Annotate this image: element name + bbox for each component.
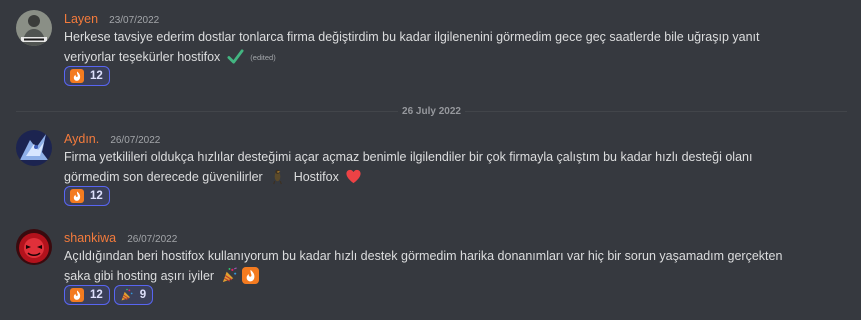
hostifox-logo-icon <box>70 189 84 203</box>
message-text: Firma yetkilileri oldukça hızlılar deste… <box>64 147 804 187</box>
party-popper-icon <box>222 267 237 283</box>
message-header: Aydın. 26/07/2022 <box>64 129 160 147</box>
bird-icon <box>273 169 283 185</box>
reaction-hostifox[interactable]: 12 <box>64 66 110 86</box>
timestamp: 26/07/2022 <box>110 135 161 146</box>
author-name[interactable]: Layen <box>64 12 98 26</box>
reaction-count: 9 <box>139 289 147 301</box>
divider-date: 26 July 2022 <box>402 105 461 117</box>
chat-log: Layen 23/07/2022 Herkese tavsiye ederim … <box>0 0 861 320</box>
reaction-bar: 12 <box>64 186 110 208</box>
avatar[interactable] <box>16 10 52 46</box>
reaction-hostifox[interactable]: 12 <box>64 285 110 305</box>
red-heart-icon <box>346 170 361 184</box>
reaction-bar: 12 <box>64 66 110 88</box>
message-header: Layen 23/07/2022 <box>64 9 159 27</box>
timestamp: 23/07/2022 <box>109 15 160 26</box>
message-text: Herkese tavsiye ederim dostlar tonlarca … <box>64 27 804 68</box>
avatar-image <box>16 10 52 46</box>
brand-mention: Hostifox <box>293 170 339 184</box>
message-content: Firma yetkilileri oldukça hızlılar deste… <box>64 150 753 184</box>
reaction-party-popper[interactable]: 9 <box>113 285 154 305</box>
reaction-count: 12 <box>90 190 103 202</box>
hostifox-logo-icon <box>70 69 84 83</box>
hostifox-logo-icon <box>242 267 260 285</box>
author-name[interactable]: shankiwa <box>64 231 116 245</box>
avatar[interactable] <box>16 229 52 265</box>
message-header: shankiwa 26/07/2022 <box>64 228 177 246</box>
avatar-image <box>16 130 52 166</box>
timestamp: 26/07/2022 <box>127 234 178 245</box>
hostifox-logo-icon <box>70 288 84 302</box>
avatar[interactable] <box>16 130 52 166</box>
reaction-count: 12 <box>90 289 103 301</box>
reaction-hostifox[interactable]: 12 <box>64 186 110 206</box>
divider-line <box>464 110 847 112</box>
author-name[interactable]: Aydın. <box>64 132 99 146</box>
divider-line <box>16 110 399 112</box>
message-content: Açıldığından beri hostifox kullanıyorum … <box>64 249 783 283</box>
reaction-count: 12 <box>90 70 103 82</box>
message-content: Herkese tavsiye ederim dostlar tonlarca … <box>64 30 760 64</box>
date-divider: 26 July 2022 <box>16 106 847 117</box>
reaction-bar: 12 9 <box>64 285 154 307</box>
message-text: Açıldığından beri hostifox kullanıyorum … <box>64 246 804 286</box>
edited-label: (edited) <box>250 52 276 62</box>
check-mark-icon <box>227 49 244 64</box>
party-popper-icon <box>121 288 133 301</box>
avatar-image <box>16 229 52 265</box>
